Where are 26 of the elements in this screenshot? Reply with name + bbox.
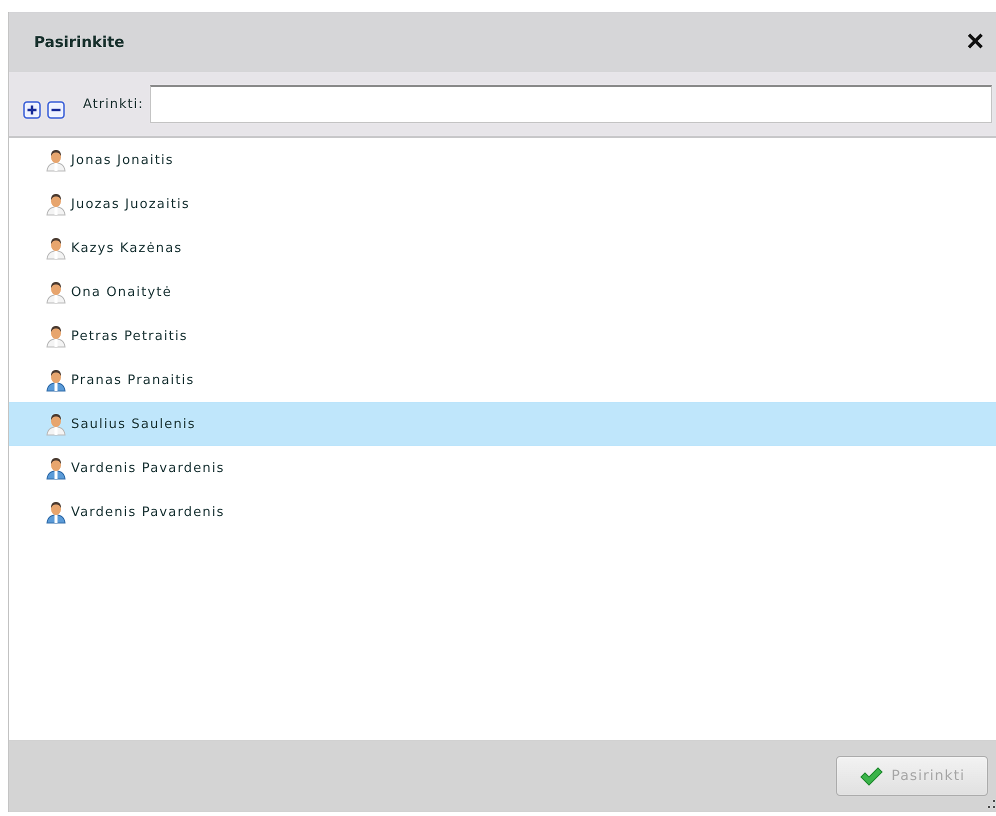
user-icon <box>45 500 67 524</box>
person-item[interactable]: Jonas Jonaitis <box>9 138 996 182</box>
resize-grip-icon[interactable] <box>988 800 996 810</box>
user-icon <box>45 368 67 392</box>
minus-icon[interactable] <box>47 101 65 119</box>
user-icon <box>45 236 67 260</box>
person-item[interactable]: Pranas Pranaitis <box>9 358 996 402</box>
person-item[interactable]: Kazys Kazėnas <box>9 226 996 270</box>
checkmark-icon <box>859 766 884 786</box>
user-icon <box>45 456 67 480</box>
dialog-title: Pasirinkite <box>34 33 124 51</box>
filter-label: Atrinkti: <box>83 96 144 112</box>
person-item[interactable]: Vardenis Pavardenis <box>9 446 996 490</box>
plus-icon[interactable] <box>23 101 41 119</box>
user-icon <box>45 148 67 172</box>
person-item[interactable]: Vardenis Pavardenis <box>9 490 996 534</box>
user-icon <box>45 324 67 348</box>
person-item[interactable]: Ona Onaitytė <box>9 270 996 314</box>
person-item[interactable]: Juozas Juozaitis <box>9 182 996 226</box>
user-icon <box>45 280 67 304</box>
close-button[interactable]: × <box>966 27 984 57</box>
person-item[interactable]: Petras Petraitis <box>9 314 996 358</box>
person-item[interactable]: Saulius Saulenis <box>9 402 996 446</box>
user-icon <box>45 412 67 436</box>
filter-field[interactable] <box>150 85 992 123</box>
user-icon <box>45 192 67 216</box>
